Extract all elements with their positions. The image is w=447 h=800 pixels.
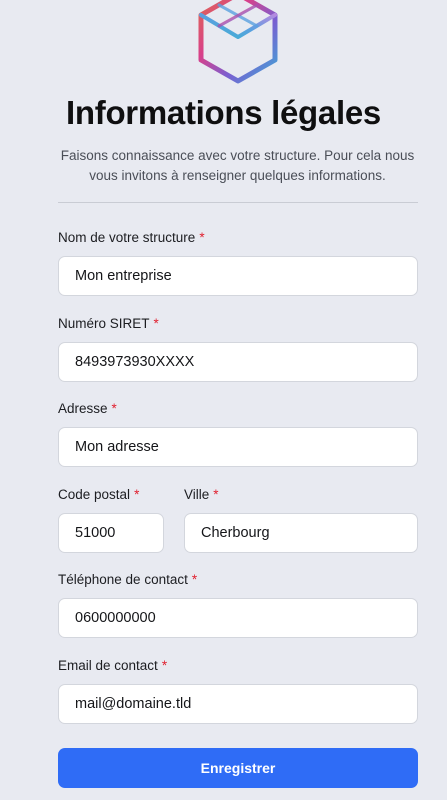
phone-label: Téléphone de contact *: [58, 572, 198, 587]
hexagon-cube-logo-icon: [198, 0, 278, 84]
siret-input[interactable]: 8493973930XXXX: [58, 342, 418, 382]
structure-name-input[interactable]: Mon entreprise: [58, 256, 418, 296]
page-title: Informations légales: [66, 94, 381, 131]
page-subtitle: Faisons connaissance avec votre structur…: [60, 148, 415, 183]
save-button[interactable]: Enregistrer: [58, 748, 418, 788]
city-label: Ville *: [184, 487, 219, 502]
postal-code-input[interactable]: 51000: [58, 513, 164, 553]
address-input[interactable]: Mon adresse: [58, 427, 418, 467]
required-marker: *: [111, 401, 117, 416]
siret-label: Numéro SIRET *: [58, 316, 159, 331]
email-input[interactable]: mail@domaine.tld: [58, 684, 418, 724]
required-marker: *: [213, 487, 219, 502]
city-input[interactable]: Cherbourg: [184, 513, 418, 553]
required-marker: *: [134, 487, 140, 502]
phone-input[interactable]: 0600000000: [58, 598, 418, 638]
required-marker: *: [199, 230, 205, 245]
postal-code-label: Code postal *: [58, 487, 140, 502]
required-marker: *: [191, 572, 198, 587]
required-marker: *: [153, 316, 159, 331]
divider: [58, 202, 418, 203]
address-label: Adresse *: [58, 401, 117, 416]
required-marker: *: [161, 658, 168, 673]
structure-name-label: Nom de votre structure *: [58, 230, 205, 245]
email-label: Email de contact *: [58, 658, 168, 673]
